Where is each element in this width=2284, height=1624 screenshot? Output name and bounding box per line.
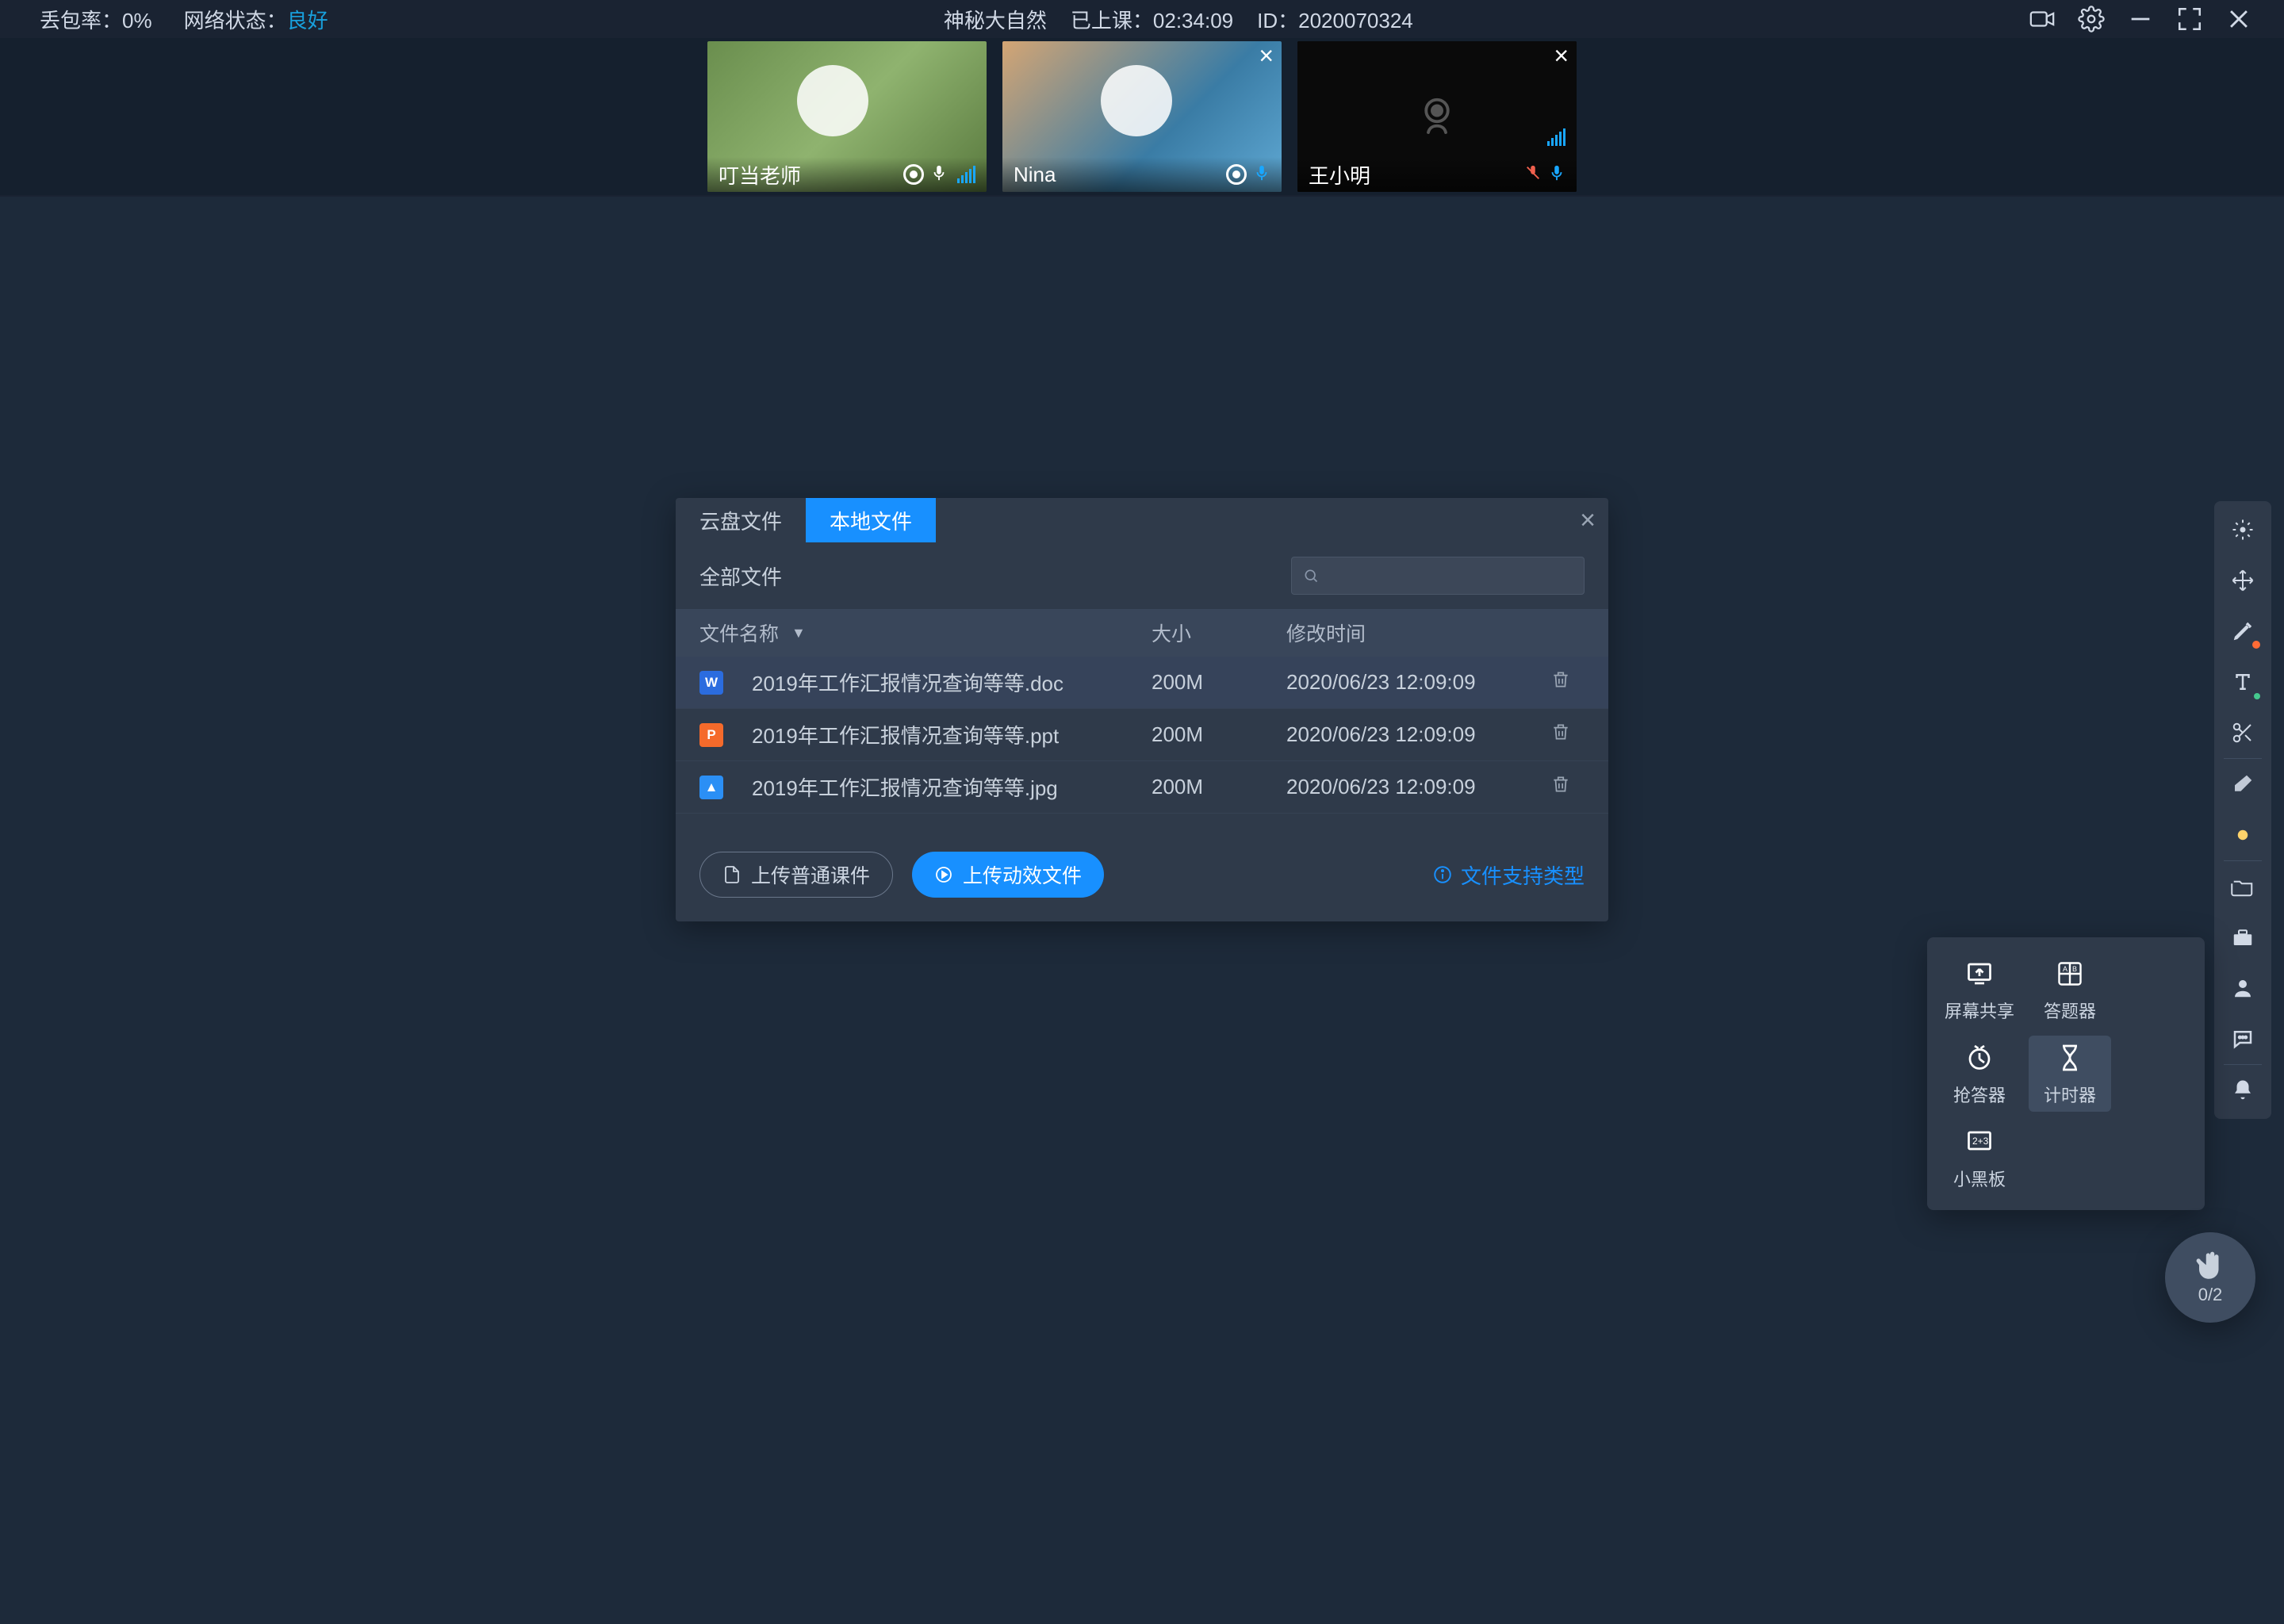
- sort-desc-icon: ▼: [791, 625, 806, 642]
- files-tool[interactable]: [2217, 861, 2268, 912]
- all-files-label: 全部文件: [699, 561, 1275, 591]
- buzzer-icon: [1962, 1040, 1997, 1075]
- network-status: 网络状态：良好: [184, 5, 328, 34]
- mic-icon: [1548, 163, 1565, 187]
- users-tool[interactable]: [2217, 963, 2268, 1013]
- upload-plain-button[interactable]: 上传普通课件: [699, 852, 893, 898]
- laser-pointer-tool[interactable]: [2217, 504, 2268, 555]
- chat-tool[interactable]: [2217, 1013, 2268, 1064]
- search-input[interactable]: [1291, 557, 1585, 595]
- elapsed-time: 已上课：02:34:09: [1071, 5, 1233, 34]
- mic-icon: [1253, 163, 1270, 187]
- video-tile-teacher[interactable]: 叮当老师: [707, 41, 987, 192]
- file-row[interactable]: P 2019年工作汇报情况查询等等.ppt 200M 2020/06/23 12…: [676, 709, 1608, 761]
- close-icon[interactable]: ×: [1259, 43, 1274, 68]
- mic-muted-icon: [1524, 163, 1542, 187]
- raise-hand-button[interactable]: 0/2: [2165, 1232, 2255, 1323]
- file-dialog: 云盘文件 本地文件 × 全部文件 文件名称▼ 大小 修改时间 W 2019年工作…: [676, 498, 1608, 921]
- right-tool-rail: [2214, 501, 2271, 1119]
- bell-tool[interactable]: [2217, 1065, 2268, 1116]
- camera-on-icon: [1226, 164, 1247, 185]
- camera-off-icon: [1411, 89, 1463, 145]
- tab-local-files[interactable]: 本地文件: [806, 498, 936, 542]
- col-header-name[interactable]: 文件名称▼: [699, 619, 1152, 647]
- tool-blackboard[interactable]: 2+3 小黑板: [1938, 1120, 2021, 1196]
- camera-on-icon: [903, 164, 924, 185]
- video-tile-student[interactable]: × 王小明: [1297, 41, 1577, 192]
- supported-types-link[interactable]: 文件支持类型: [1432, 860, 1585, 890]
- audio-level-icon: [957, 166, 975, 183]
- col-header-time[interactable]: 修改时间: [1286, 619, 1537, 647]
- file-size: 200M: [1152, 670, 1286, 695]
- file-row[interactable]: W 2019年工作汇报情况查询等等.doc 200M 2020/06/23 12…: [676, 657, 1608, 709]
- mic-icon: [930, 163, 948, 187]
- info-icon: [1432, 864, 1453, 885]
- file-name: 2019年工作汇报情况查询等等.doc: [752, 668, 1063, 697]
- file-time: 2020/06/23 12:09:09: [1286, 722, 1537, 747]
- svg-text:2+3: 2+3: [1972, 1136, 1989, 1147]
- file-table-header: 文件名称▼ 大小 修改时间: [676, 609, 1608, 657]
- room-title: 神秘大自然: [944, 5, 1047, 34]
- fullscreen-icon[interactable]: [2176, 6, 2203, 33]
- upload-animated-button[interactable]: 上传动效文件: [912, 852, 1104, 898]
- video-name: Nina: [1014, 163, 1226, 187]
- tool-screen-share[interactable]: 屏幕共享: [1938, 952, 2021, 1028]
- svg-text:B: B: [2072, 965, 2077, 973]
- close-icon[interactable]: ×: [1580, 505, 1596, 536]
- file-time: 2020/06/23 12:09:09: [1286, 775, 1537, 799]
- search-icon: [1303, 566, 1319, 585]
- video-tile-student[interactable]: × Nina: [1002, 41, 1282, 192]
- quiz-icon: AB: [2052, 956, 2087, 991]
- delete-icon[interactable]: [1550, 723, 1571, 747]
- blackboard-icon: 2+3: [1962, 1124, 1997, 1159]
- tab-cloud-files[interactable]: 云盘文件: [676, 498, 806, 542]
- filetype-icon: ▲: [699, 776, 723, 799]
- pen-tool[interactable]: [2217, 606, 2268, 657]
- delete-icon[interactable]: [1550, 776, 1571, 799]
- col-header-size[interactable]: 大小: [1152, 619, 1286, 647]
- eraser-tool[interactable]: [2217, 759, 2268, 810]
- document-icon: [722, 865, 742, 884]
- screen-share-icon: [1962, 956, 1997, 991]
- file-time: 2020/06/23 12:09:09: [1286, 670, 1537, 695]
- tools-popup: 屏幕共享 AB 答题器 抢答器 计时器 2+3 小黑板: [1927, 937, 2205, 1210]
- video-strip: 叮当老师 × Nina: [0, 38, 2284, 195]
- move-tool[interactable]: [2217, 555, 2268, 606]
- hand-icon: [2194, 1250, 2227, 1283]
- file-row[interactable]: ▲ 2019年工作汇报情况查询等等.jpg 200M 2020/06/23 12…: [676, 761, 1608, 814]
- file-size: 200M: [1152, 722, 1286, 747]
- video-name: 王小明: [1309, 160, 1524, 190]
- tool-quiz[interactable]: AB 答题器: [2029, 952, 2111, 1028]
- file-size: 200M: [1152, 775, 1286, 799]
- svg-text:A: A: [2063, 965, 2067, 973]
- close-icon[interactable]: ×: [1554, 43, 1569, 68]
- settings-icon[interactable]: [2078, 6, 2105, 33]
- filetype-icon: P: [699, 723, 723, 747]
- text-tool[interactable]: [2217, 657, 2268, 707]
- video-name: 叮当老师: [719, 160, 903, 190]
- filetype-icon: W: [699, 671, 723, 695]
- hand-count: 0/2: [2198, 1285, 2223, 1305]
- close-window-icon[interactable]: [2225, 6, 2252, 33]
- play-circle-icon: [934, 865, 953, 884]
- scissors-tool[interactable]: [2217, 707, 2268, 758]
- top-status-bar: 丢包率：0% 网络状态：良好 神秘大自然 已上课：02:34:09 ID：202…: [0, 0, 2284, 38]
- file-name: 2019年工作汇报情况查询等等.jpg: [752, 772, 1058, 802]
- toolbox-tool[interactable]: [2217, 912, 2268, 963]
- packet-loss: 丢包率：0%: [40, 5, 152, 34]
- tool-buzzer[interactable]: 抢答器: [1938, 1036, 2021, 1112]
- timer-icon: [2052, 1040, 2087, 1075]
- file-name: 2019年工作汇报情况查询等等.ppt: [752, 720, 1059, 749]
- color-tool[interactable]: [2217, 810, 2268, 860]
- delete-icon[interactable]: [1550, 671, 1571, 695]
- room-id: ID：2020070324: [1257, 5, 1413, 34]
- tool-timer[interactable]: 计时器: [2029, 1036, 2111, 1112]
- minimize-icon[interactable]: [2127, 6, 2154, 33]
- record-icon[interactable]: [2029, 6, 2056, 33]
- audio-level-icon: [1547, 128, 1565, 146]
